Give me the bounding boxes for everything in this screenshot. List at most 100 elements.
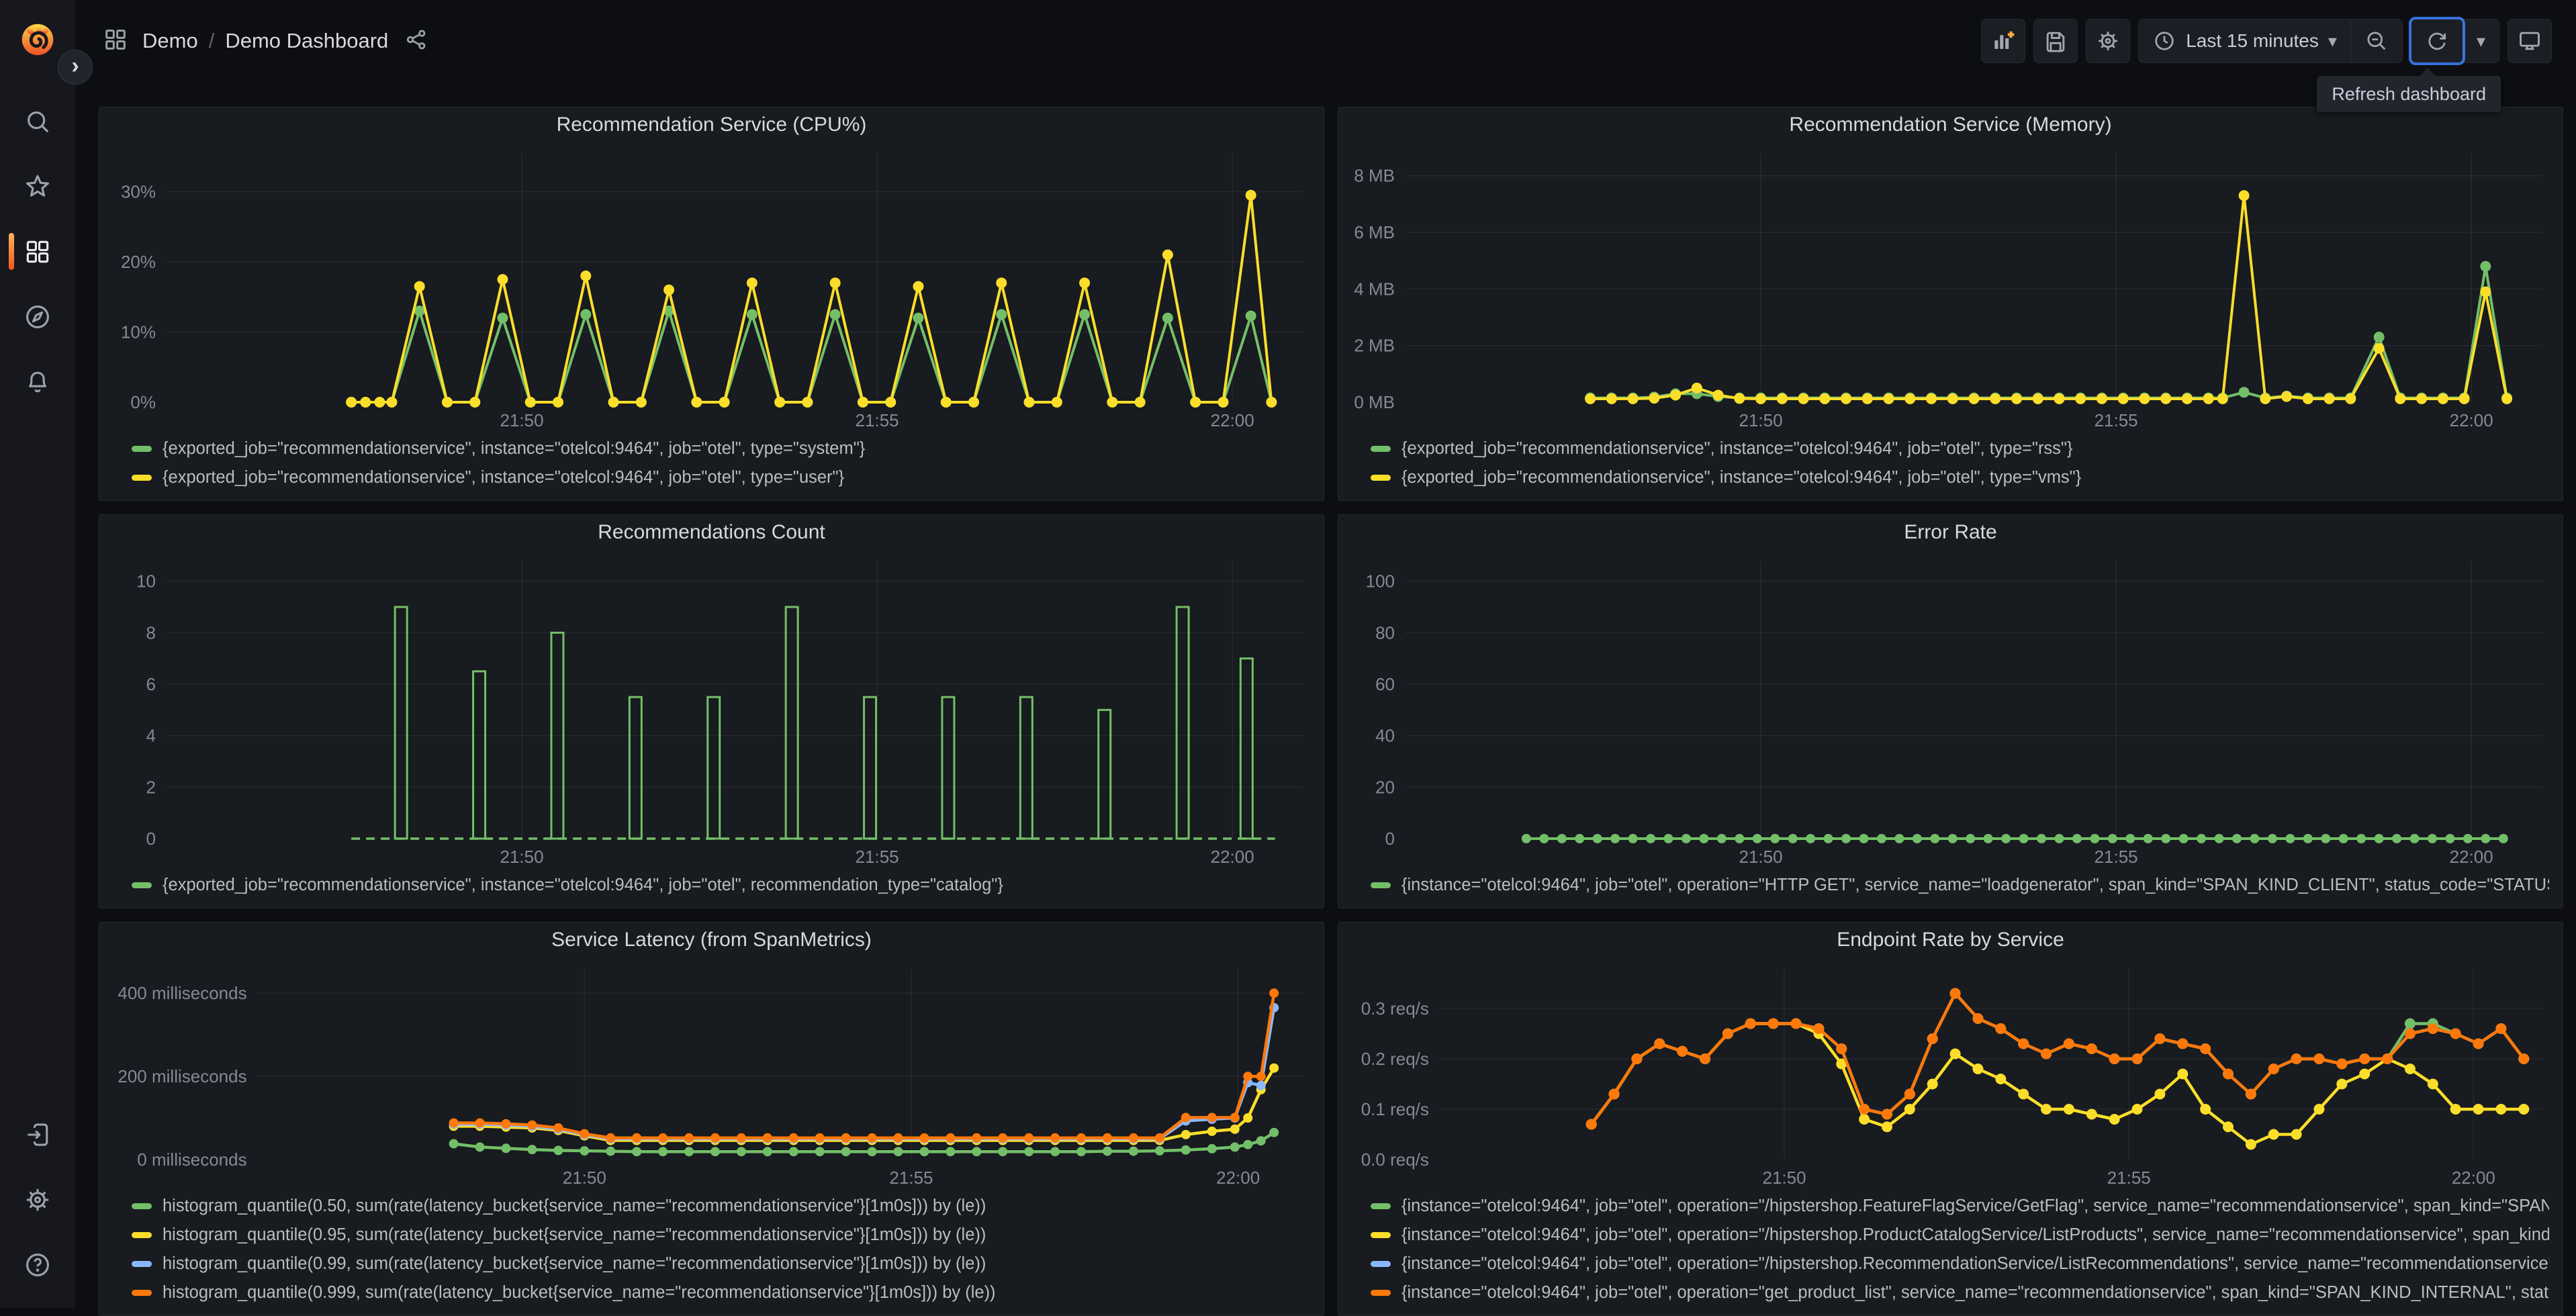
breadcrumb-page[interactable]: Demo Dashboard xyxy=(225,29,388,53)
panel-title[interactable]: Endpoint Rate by Service xyxy=(1338,923,2563,957)
legend-series-swatch xyxy=(132,882,152,888)
sidebar-expand-button[interactable]: › xyxy=(58,50,93,85)
svg-text:21:55: 21:55 xyxy=(2095,410,2138,430)
legend-series-swatch xyxy=(132,446,152,452)
panel-recommendation-memory: Recommendation Service (Memory) 21:50 21:… xyxy=(1338,107,2563,501)
svg-text:200 milliseconds: 200 milliseconds xyxy=(118,1066,246,1086)
chart-canvas[interactable]: 21:5021:5522:000%10%20%30% xyxy=(99,142,1324,433)
svg-text:0.1 req/s: 0.1 req/s xyxy=(1361,1099,1429,1119)
legend-item[interactable]: histogram_quantile(0.99, sum(rate(latenc… xyxy=(132,1250,1310,1278)
legend-item[interactable]: {exported_job="recommendationservice", i… xyxy=(1371,434,2549,463)
svg-text:10%: 10% xyxy=(121,322,156,342)
svg-text:0 MB: 0 MB xyxy=(1354,392,1395,412)
legend-item[interactable]: histogram_quantile(0.50, sum(rate(latenc… xyxy=(132,1192,1310,1221)
panel-title[interactable]: Recommendation Service (Memory) xyxy=(1338,107,2563,142)
legend-item[interactable]: {exported_job="recommendationservice", i… xyxy=(132,871,1310,900)
svg-text:22:00: 22:00 xyxy=(1211,847,1254,867)
svg-text:21:50: 21:50 xyxy=(1763,1168,1806,1188)
svg-text:21:50: 21:50 xyxy=(1739,410,1783,430)
legend-series-swatch xyxy=(1371,1261,1391,1267)
chart-canvas[interactable]: 21:5021:5522:000 milliseconds200 millise… xyxy=(99,957,1324,1190)
svg-text:8 MB: 8 MB xyxy=(1354,166,1395,186)
svg-text:20%: 20% xyxy=(121,252,156,272)
panel-title[interactable]: Recommendation Service (CPU%) xyxy=(99,107,1324,142)
svg-text:4: 4 xyxy=(146,726,156,746)
panel-title[interactable]: Service Latency (from SpanMetrics) xyxy=(99,923,1324,957)
legend-item[interactable]: {instance="otelcol:9464", job="otel", op… xyxy=(1371,871,2549,900)
legend-series-swatch xyxy=(1371,882,1391,888)
time-range-group: Last 15 minutes ▾ xyxy=(2138,19,2403,63)
panel-recommendations-count: Recommendations Count 21:5021:5522:00024… xyxy=(99,514,1324,908)
svg-text:22:00: 22:00 xyxy=(2450,847,2493,867)
legend-item[interactable]: {instance="otelcol:9464", job="otel", op… xyxy=(1371,1192,2549,1221)
sidebar-item-settings[interactable] xyxy=(0,1167,75,1232)
panel-title[interactable]: Recommendations Count xyxy=(99,515,1324,550)
sidebar-item-search[interactable] xyxy=(0,89,75,154)
zoom-out-icon xyxy=(2364,29,2389,53)
refresh-interval-caret[interactable]: ▾ xyxy=(2463,19,2499,62)
legend-item[interactable]: {instance="otelcol:9464", job="otel", op… xyxy=(1371,1278,2549,1307)
chart-canvas[interactable]: 21:5021:5522:00020406080100 xyxy=(1338,550,2563,869)
svg-text:60: 60 xyxy=(1375,674,1395,694)
refresh-icon xyxy=(2425,29,2449,53)
sidebar-item-alerting[interactable] xyxy=(0,349,75,414)
legend-item[interactable]: histogram_quantile(0.999, sum(rate(laten… xyxy=(132,1278,1310,1307)
legend-series-label: {instance="otelcol:9464", job="otel", op… xyxy=(1401,1283,2549,1303)
sidebar-item-sign-in[interactable] xyxy=(0,1102,75,1167)
legend-series-swatch xyxy=(1371,446,1391,452)
clock-icon xyxy=(2152,29,2176,53)
legend-item[interactable]: {exported_job="recommendationservice", i… xyxy=(132,434,1310,463)
legend-item[interactable]: {instance="otelcol:9464", job="otel", op… xyxy=(1371,1250,2549,1278)
dashboard-settings-button[interactable] xyxy=(2086,19,2130,63)
svg-text:21:50: 21:50 xyxy=(1739,847,1783,867)
sidebar-item-starred[interactable] xyxy=(0,154,75,219)
chart-canvas[interactable]: 21:5021:5522:000 MB2 MB4 MB6 MB8 MB xyxy=(1338,142,2563,433)
save-dashboard-button[interactable] xyxy=(2033,19,2078,63)
legend-series-label: {exported_job="recommendationservice", i… xyxy=(1401,439,2073,459)
sidebar-item-help[interactable] xyxy=(0,1232,75,1297)
refresh-group: ▾ xyxy=(2411,19,2499,63)
svg-text:400 milliseconds: 400 milliseconds xyxy=(118,983,246,1003)
chart-svg: 21:5021:5522:000.0 req/s0.1 req/s0.2 req… xyxy=(1338,957,2563,1190)
help-icon xyxy=(23,1250,52,1280)
svg-text:80: 80 xyxy=(1375,622,1395,643)
chart-svg: 21:5021:5522:000246810 xyxy=(99,550,1324,869)
legend-series-swatch xyxy=(1371,1203,1391,1209)
legend-item[interactable]: histogram_quantile(0.95, sum(rate(latenc… xyxy=(132,1221,1310,1250)
panel-legend: {exported_job="recommendationservice", i… xyxy=(99,869,1324,908)
apps-grid-icon[interactable] xyxy=(102,26,129,56)
sign-in-icon xyxy=(23,1120,52,1149)
legend-item[interactable]: {instance="otelcol:9464", job="otel", op… xyxy=(1371,1221,2549,1250)
svg-text:0.3 req/s: 0.3 req/s xyxy=(1361,998,1429,1019)
add-panel-button[interactable] xyxy=(1981,19,2025,63)
panel-legend: {exported_job="recommendationservice", i… xyxy=(1338,433,2563,500)
svg-text:2 MB: 2 MB xyxy=(1354,336,1395,356)
legend-series-label: histogram_quantile(0.95, sum(rate(latenc… xyxy=(163,1225,986,1245)
svg-text:0.2 req/s: 0.2 req/s xyxy=(1361,1049,1429,1069)
share-dashboard-button[interactable] xyxy=(404,28,428,55)
sidebar-item-dashboards[interactable] xyxy=(0,219,75,284)
grafana-logo[interactable] xyxy=(17,17,58,62)
legend-series-swatch xyxy=(132,475,152,481)
chart-canvas[interactable]: 21:5021:5522:000.0 req/s0.1 req/s0.2 req… xyxy=(1338,957,2563,1190)
breadcrumb: Demo / Demo Dashboard xyxy=(142,29,388,53)
save-icon xyxy=(2043,28,2068,54)
active-indicator xyxy=(9,233,14,270)
sidebar-item-explore[interactable] xyxy=(0,284,75,349)
refresh-dashboard-button[interactable] xyxy=(2409,17,2465,65)
zoom-out-button[interactable] xyxy=(2350,19,2402,62)
svg-text:10: 10 xyxy=(136,571,156,592)
panel-service-latency: Service Latency (from SpanMetrics) 21:50… xyxy=(99,922,1324,1316)
cycle-view-mode-button[interactable] xyxy=(2508,19,2552,63)
breadcrumb-section[interactable]: Demo xyxy=(142,29,198,53)
panel-recommendation-cpu: Recommendation Service (CPU%) 21:5021:55… xyxy=(99,107,1324,501)
legend-item[interactable]: {exported_job="recommendationservice", i… xyxy=(132,463,1310,492)
legend-item[interactable]: {exported_job="recommendationservice", i… xyxy=(1371,463,2549,492)
svg-text:40: 40 xyxy=(1375,726,1395,746)
panel-title[interactable]: Error Rate xyxy=(1338,515,2563,550)
svg-text:21:55: 21:55 xyxy=(2095,847,2138,867)
svg-text:21:50: 21:50 xyxy=(500,847,544,867)
chart-canvas[interactable]: 21:5021:5522:000246810 xyxy=(99,550,1324,869)
time-range-picker[interactable]: Last 15 minutes ▾ xyxy=(2139,19,2350,62)
svg-text:0: 0 xyxy=(146,829,156,849)
